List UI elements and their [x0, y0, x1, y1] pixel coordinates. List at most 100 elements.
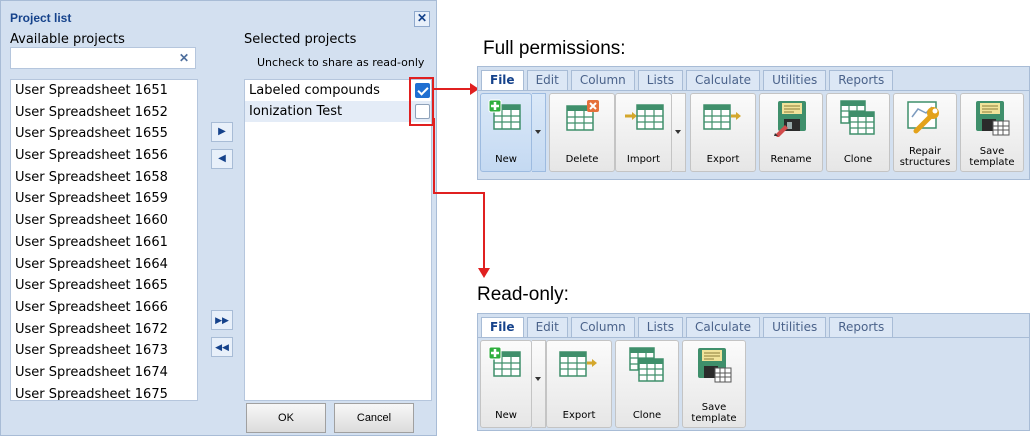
selected-project-name: Labeled compounds	[249, 83, 380, 98]
project-list-dialog: Project list ✕ Available projects Select…	[0, 0, 437, 436]
available-project-item[interactable]: User Spreadsheet 1656	[11, 145, 197, 167]
tool-label: Clone	[843, 154, 873, 165]
tool-label: Clone	[632, 410, 662, 421]
cancel-button[interactable]: Cancel	[334, 403, 414, 433]
save-template-button[interactable]: Save template	[960, 93, 1024, 172]
new-spreadsheet-icon	[488, 346, 521, 377]
save-template-button[interactable]: Save template	[682, 340, 746, 428]
selected-projects-list[interactable]: Labeled compounds Ionization Test	[244, 79, 432, 401]
ribbon-tools: New Delete Import Export Rename Clone Re…	[478, 90, 1029, 176]
selected-project-row[interactable]: Ionization Test	[245, 101, 431, 122]
tab-reports[interactable]: Reports	[829, 70, 894, 90]
clone-button[interactable]: Clone	[615, 340, 679, 428]
available-project-item[interactable]: User Spreadsheet 1655	[11, 123, 197, 145]
ribbon-tabs: File Edit Column Lists Calculate Utiliti…	[481, 70, 894, 90]
read-only-heading: Read-only:	[477, 284, 569, 305]
new-button[interactable]: New	[480, 93, 532, 172]
export-spreadsheet-icon	[703, 104, 741, 130]
tab-file[interactable]: File	[481, 317, 524, 337]
import-spreadsheet-icon	[624, 104, 664, 130]
save-template-icon	[698, 348, 732, 383]
tab-utilities[interactable]: Utilities	[763, 317, 827, 337]
read-only-ribbon: File Edit Column Lists Calculate Utiliti…	[477, 313, 1030, 431]
tool-label: Repair structures	[899, 146, 951, 168]
available-project-item[interactable]: User Spreadsheet 1652	[11, 102, 197, 124]
available-project-item[interactable]: User Spreadsheet 1666	[11, 297, 197, 319]
available-project-item[interactable]: User Spreadsheet 1675	[11, 384, 197, 400]
tool-label: Rename	[770, 154, 812, 165]
full-permissions-ribbon: File Edit Column Lists Calculate Utiliti…	[477, 66, 1030, 180]
available-project-item[interactable]: User Spreadsheet 1664	[11, 254, 197, 276]
selected-projects-label: Selected projects	[244, 32, 357, 47]
rename-button[interactable]: Rename	[759, 93, 823, 172]
tool-label: New	[495, 154, 517, 165]
tab-reports[interactable]: Reports	[829, 317, 894, 337]
tool-label: Import	[626, 154, 661, 165]
selected-project-row[interactable]: Labeled compounds	[245, 80, 431, 101]
new-button[interactable]: New	[480, 340, 532, 428]
tab-calculate[interactable]: Calculate	[686, 317, 761, 337]
search-input[interactable]	[10, 47, 196, 69]
new-dropdown-button[interactable]	[532, 340, 546, 428]
tab-utilities[interactable]: Utilities	[763, 70, 827, 90]
ribbon-tools: New Export Clone Save template	[478, 337, 1029, 429]
available-project-item[interactable]: User Spreadsheet 1651	[11, 80, 197, 102]
tab-column[interactable]: Column	[570, 70, 635, 90]
available-project-item[interactable]: User Spreadsheet 1661	[11, 232, 197, 254]
tab-calculate[interactable]: Calculate	[686, 70, 761, 90]
arrow-down-icon	[478, 268, 490, 278]
tool-label: Delete	[565, 154, 599, 165]
dialog-title: Project list	[10, 11, 72, 25]
ribbon-tabs: File Edit Column Lists Calculate Utiliti…	[481, 317, 894, 337]
clone-spreadsheet-icon	[840, 100, 875, 135]
save-template-icon	[976, 101, 1010, 136]
export-spreadsheet-icon	[559, 351, 597, 377]
read-only-hint: Uncheck to share as read-only	[257, 56, 425, 69]
move-all-right-button[interactable]: ▶▶	[211, 310, 233, 330]
repair-structures-button[interactable]: Repair structures	[893, 93, 957, 172]
export-button[interactable]: Export	[690, 93, 756, 172]
connector-line	[433, 192, 485, 194]
clear-search-icon[interactable]: ✕	[176, 50, 192, 66]
move-all-left-button[interactable]: ◀◀	[211, 337, 233, 357]
new-spreadsheet-icon	[488, 99, 521, 130]
available-project-item[interactable]: User Spreadsheet 1665	[11, 275, 197, 297]
connector-line	[433, 118, 435, 194]
available-project-item[interactable]: User Spreadsheet 1673	[11, 340, 197, 362]
available-projects-label: Available projects	[10, 32, 125, 47]
move-right-button[interactable]: ▶	[211, 122, 233, 142]
ok-button[interactable]: OK	[246, 403, 326, 433]
available-project-item[interactable]: User Spreadsheet 1660	[11, 210, 197, 232]
rename-floppy-icon	[774, 101, 806, 137]
export-button[interactable]: Export	[546, 340, 612, 428]
import-button[interactable]: Import	[615, 93, 672, 172]
available-project-item[interactable]: User Spreadsheet 1658	[11, 167, 197, 189]
selected-project-name: Ionization Test	[249, 104, 343, 119]
tab-file[interactable]: File	[481, 70, 524, 90]
tab-edit[interactable]: Edit	[526, 70, 568, 90]
tab-lists[interactable]: Lists	[637, 317, 684, 337]
import-dropdown-button[interactable]	[672, 93, 686, 172]
connector-line	[433, 88, 473, 90]
move-left-button[interactable]: ◀	[211, 149, 233, 169]
delete-spreadsheet-icon	[566, 100, 599, 131]
available-project-item[interactable]: User Spreadsheet 1674	[11, 362, 197, 384]
tool-label: Export	[562, 410, 596, 421]
full-permissions-heading: Full permissions:	[483, 38, 626, 59]
new-dropdown-button[interactable]	[532, 93, 546, 172]
tab-column[interactable]: Column	[570, 317, 635, 337]
checkbox-highlight	[409, 77, 434, 126]
close-icon[interactable]: ✕	[414, 11, 430, 27]
tab-lists[interactable]: Lists	[637, 70, 684, 90]
connector-line	[483, 192, 485, 270]
repair-wrench-icon	[907, 101, 939, 134]
tab-edit[interactable]: Edit	[526, 317, 568, 337]
clone-button[interactable]: Clone	[826, 93, 890, 172]
available-project-item[interactable]: User Spreadsheet 1672	[11, 319, 197, 341]
tool-label: New	[495, 410, 517, 421]
available-project-item[interactable]: User Spreadsheet 1659	[11, 188, 197, 210]
delete-button[interactable]: Delete	[549, 93, 615, 172]
tool-label: Export	[706, 154, 740, 165]
available-projects-list[interactable]: User Spreadsheet 1651 User Spreadsheet 16…	[10, 79, 198, 401]
clone-spreadsheet-icon	[629, 347, 664, 382]
